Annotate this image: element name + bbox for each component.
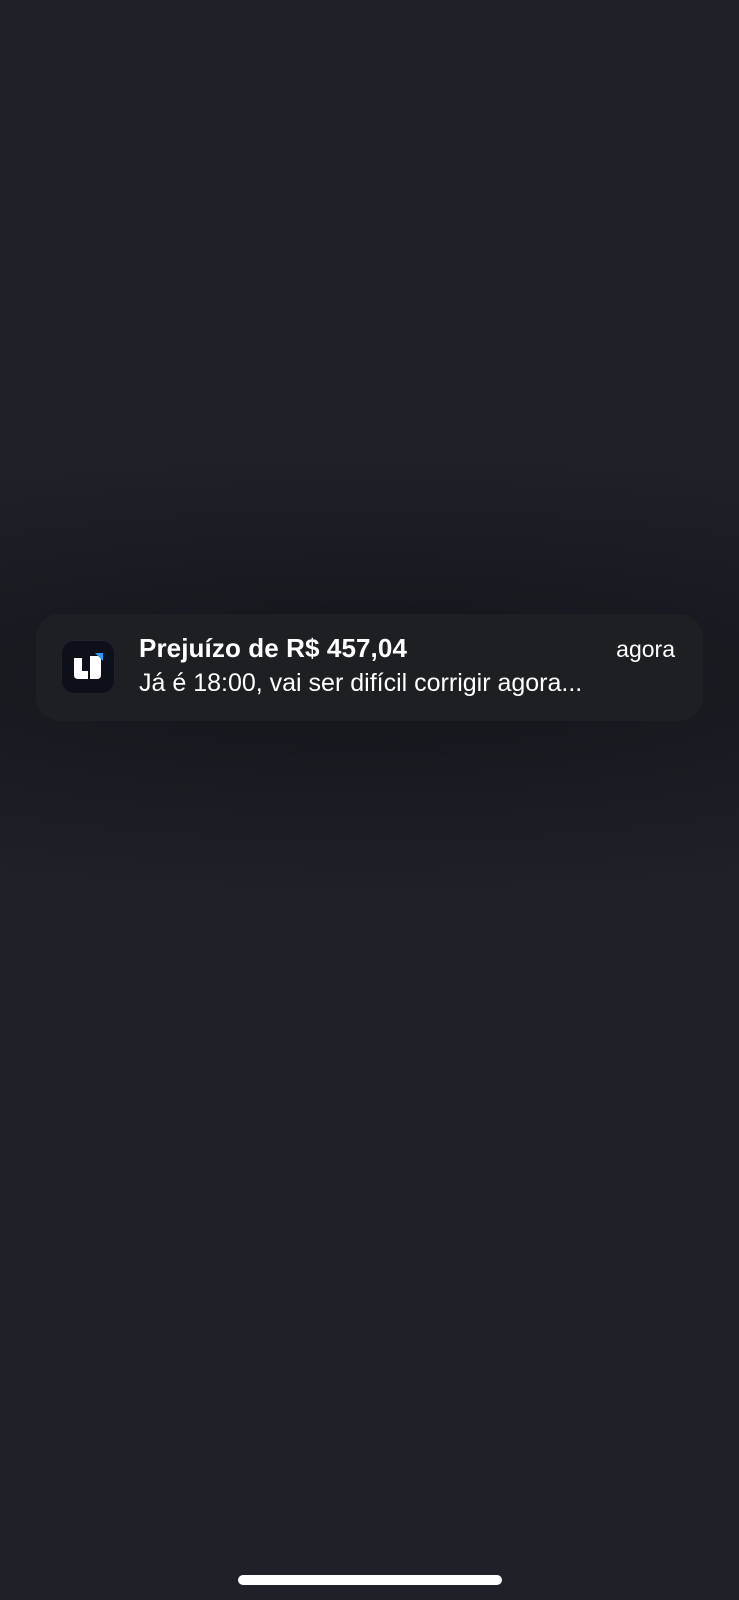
notification-body: Já é 18:00, vai ser difícil corrigir ago… xyxy=(139,669,583,697)
notification-banner[interactable]: Prejuízo de R$ 457,04 agora Já é 18:00, … xyxy=(36,614,703,721)
lock-screen: Prejuízo de R$ 457,04 agora Já é 18:00, … xyxy=(0,0,739,1600)
app-logo-u-icon xyxy=(61,640,115,694)
notification-time: agora xyxy=(616,636,675,662)
notification-title: Prejuízo de R$ 457,04 xyxy=(139,633,408,663)
home-indicator[interactable] xyxy=(238,1575,502,1585)
